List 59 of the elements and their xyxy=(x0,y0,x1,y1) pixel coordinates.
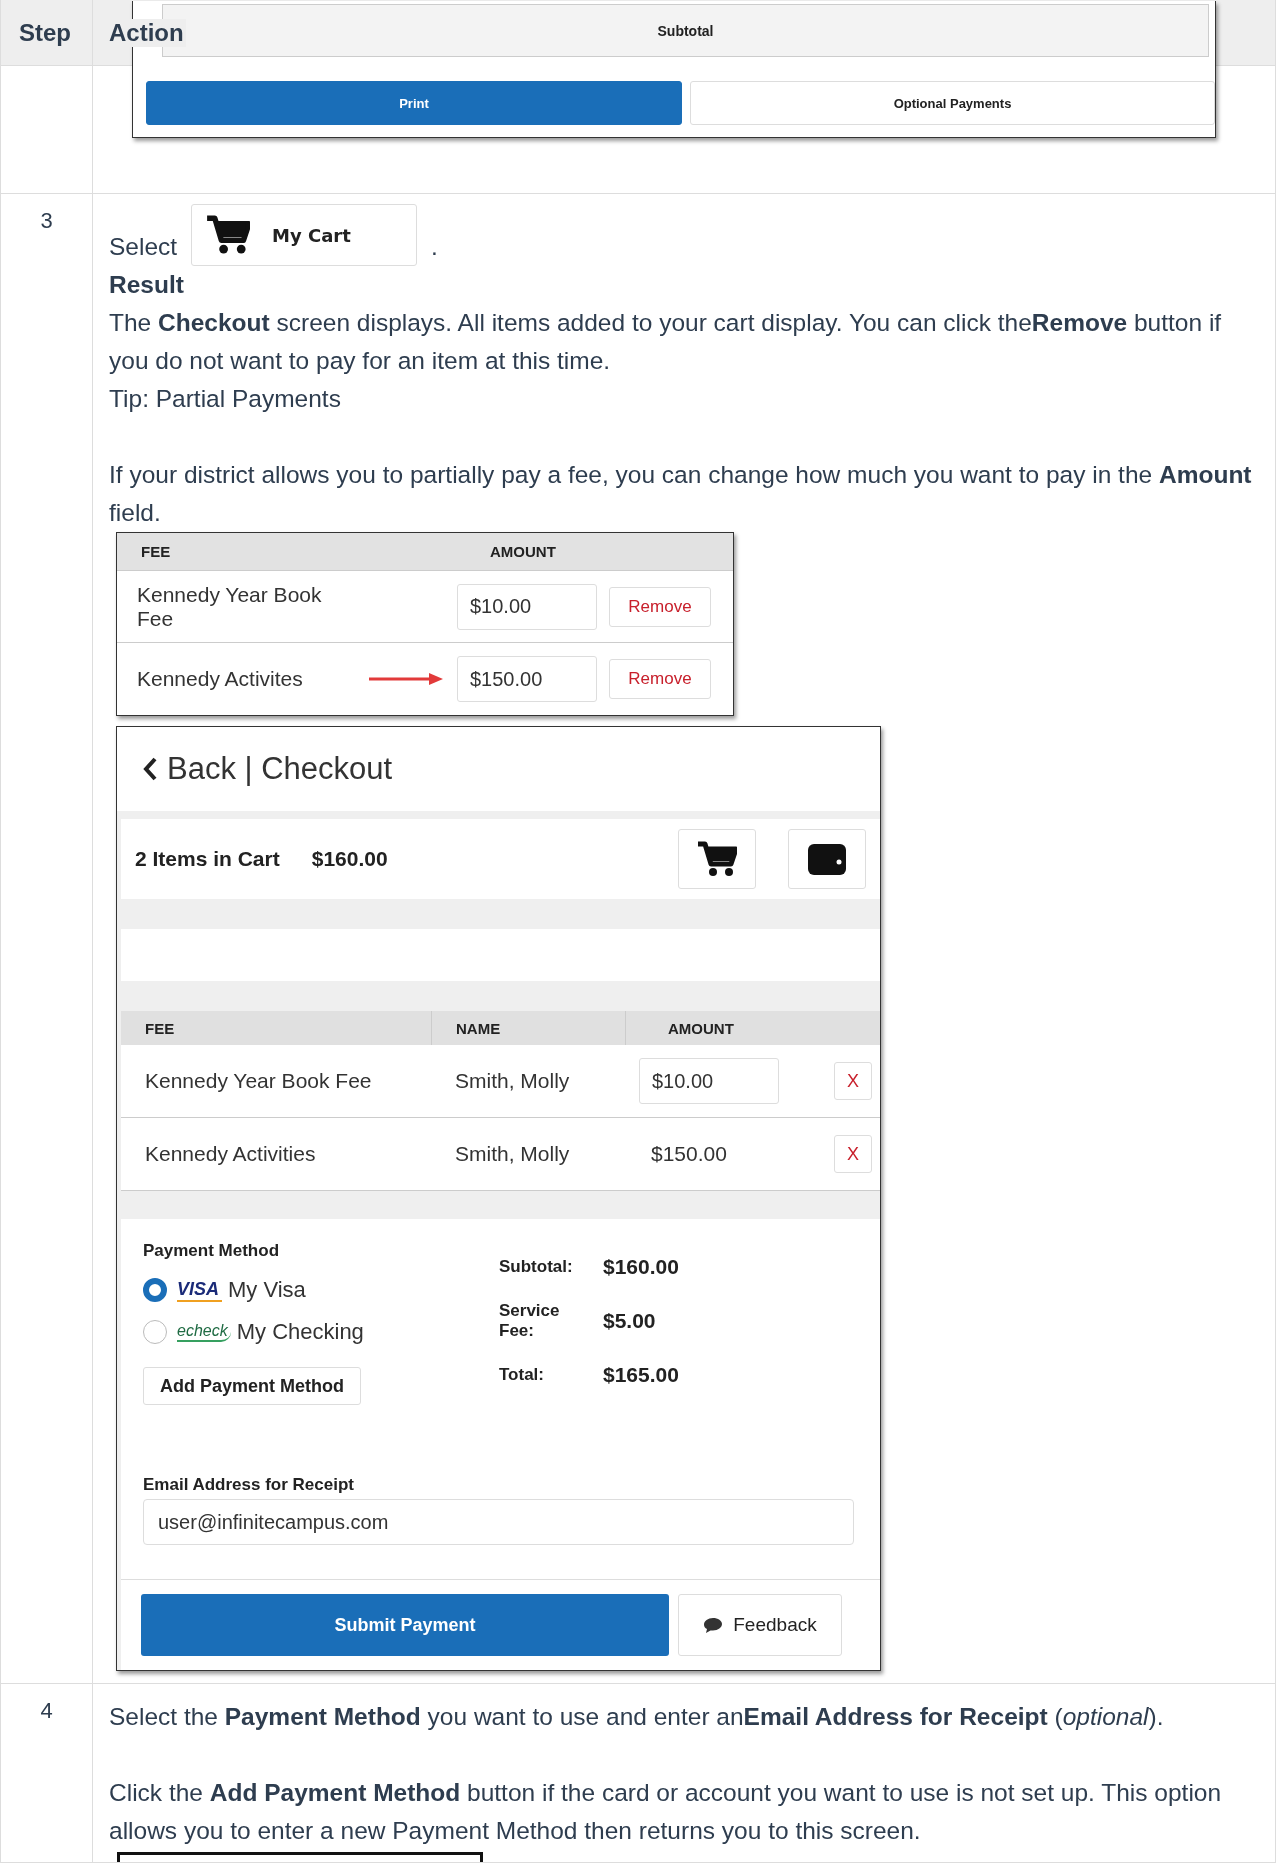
cart-icon xyxy=(697,841,737,877)
student-name: Smith, Molly xyxy=(454,1069,571,1093)
card-logo: VISA xyxy=(177,1278,222,1302)
instruction-text: Select xyxy=(109,232,178,262)
fee-name: Kennedy Year Book Fee xyxy=(144,1069,373,1093)
total-label: Total: xyxy=(499,1365,545,1385)
add-payment-method-button[interactable]: Add Payment Method xyxy=(143,1367,361,1405)
page-title: Back | Checkout xyxy=(167,751,393,787)
column-header: AMOUNT xyxy=(489,543,557,560)
my-cart-button[interactable]: My Cart xyxy=(191,204,418,266)
paragraph-text: The Checkout screen displays. All items added to your cart display. You can click theRemove button if you do not want to pay for an item at this time. xyxy=(109,308,1223,376)
amount-field[interactable]: $10.00 xyxy=(457,583,597,630)
remove-button[interactable]: X xyxy=(834,1062,872,1100)
optional-payments-button[interactable]: Optional Payments xyxy=(690,81,1215,125)
radio-button[interactable] xyxy=(143,1320,167,1344)
fee-name: Kennedy Activites xyxy=(136,667,304,691)
column-header: FEE xyxy=(144,1018,176,1039)
fee-name: Kennedy Activities xyxy=(144,1142,317,1166)
wallet-button[interactable] xyxy=(788,829,866,889)
column-header: Action xyxy=(109,18,186,47)
payment-method-name: My Visa xyxy=(228,1277,306,1303)
total-value: $5.00 xyxy=(603,1309,657,1333)
total-value: $165.00 xyxy=(603,1363,680,1387)
fee-name: Kennedy Year Book Fee xyxy=(136,582,323,631)
wallet-icon xyxy=(807,842,847,876)
total-value: $160.00 xyxy=(603,1255,680,1279)
amount-text: $150.00 xyxy=(650,1142,728,1166)
paragraph-text: Select the Payment Method you want to use and enter anEmail Address for Receipt (optional). xyxy=(109,1702,1165,1732)
payment-method-name: My Checking xyxy=(236,1319,364,1345)
amount-field[interactable]: $150.00 xyxy=(457,656,597,702)
paragraph-text: If your district allows you to partially pay a fee, you can change how much you want to pay in the Amount field. xyxy=(109,460,1253,528)
feedback-button[interactable]: Feedback xyxy=(678,1594,842,1656)
submit-payment-button[interactable]: Submit Payment xyxy=(141,1594,669,1656)
cart-icon xyxy=(206,215,251,255)
remove-button[interactable]: Remove xyxy=(609,586,711,627)
paragraph-text: Tip: Partial Payments xyxy=(109,384,342,414)
period-text: . xyxy=(431,232,438,262)
student-name: Smith, Molly xyxy=(454,1142,571,1166)
paragraph-text: Click the Add Payment Method button if the card or account you want to use is not set up. This option allows you to enter a new Payment Method then returns you to this screen. xyxy=(109,1778,1223,1846)
cart-total: $160.00 xyxy=(311,847,388,871)
email-field[interactable]: user@infinitecampus.com xyxy=(143,1499,854,1545)
remove-button[interactable]: Remove xyxy=(609,659,711,699)
back-chevron-icon xyxy=(143,757,157,781)
step-number: 3 xyxy=(1,194,93,1683)
total-label: Subtotal: xyxy=(499,1257,574,1277)
cart-button[interactable] xyxy=(678,829,756,889)
total-label: Service Fee: xyxy=(499,1301,561,1341)
remove-button[interactable]: X xyxy=(834,1135,872,1173)
step-number: 4 xyxy=(1,1684,93,1862)
column-header: FEE xyxy=(140,543,172,560)
cart-count: 2 Items in Cart xyxy=(135,847,280,871)
echeck-logo: echeck xyxy=(177,1322,231,1342)
amount-field[interactable]: $10.00 xyxy=(639,1058,779,1104)
speech-bubble-icon xyxy=(703,1616,724,1634)
radio-button[interactable] xyxy=(143,1278,167,1302)
email-label: Email Address for Receipt xyxy=(143,1475,355,1495)
payment-method-label: Payment Method xyxy=(143,1241,281,1261)
result-heading: Result xyxy=(109,270,185,300)
print-button[interactable]: Print xyxy=(146,81,682,125)
